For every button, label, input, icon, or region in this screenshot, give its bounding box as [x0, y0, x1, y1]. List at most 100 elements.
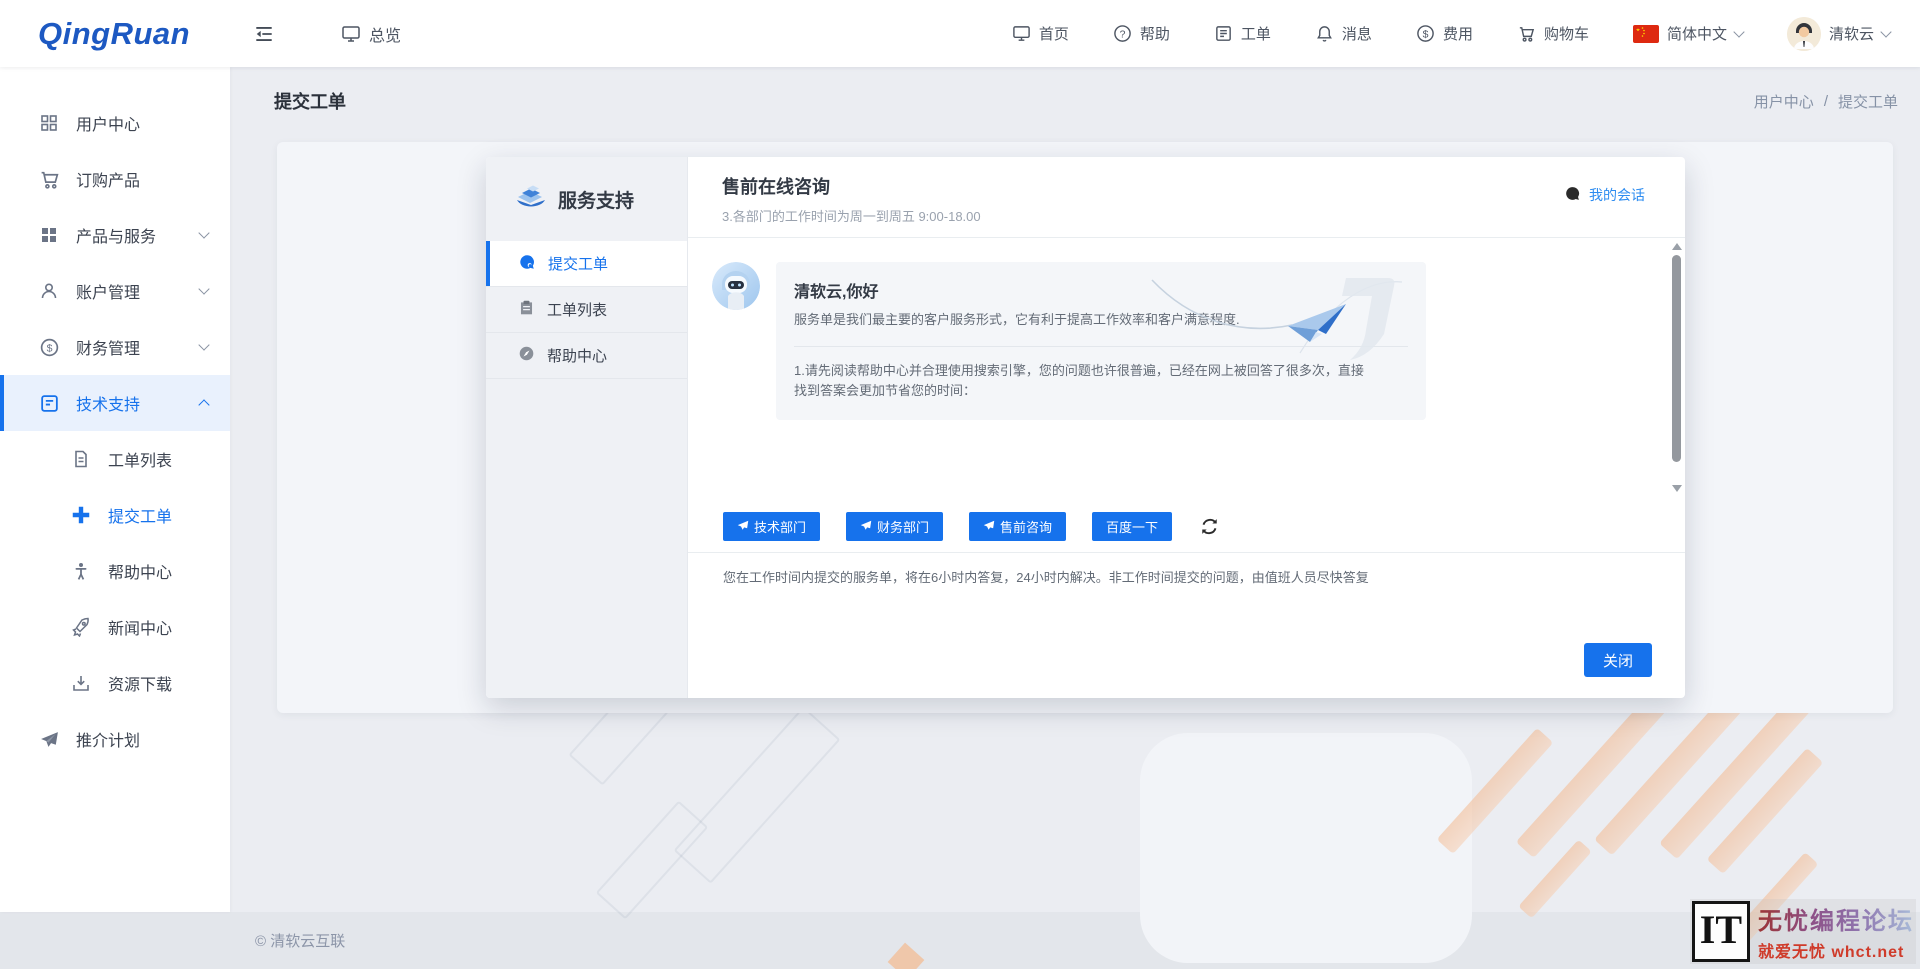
- cart-icon: [38, 168, 60, 190]
- sidebar-subitem-news-center[interactable]: 新闻中心: [0, 599, 230, 655]
- nav-cart[interactable]: 购物车: [1517, 23, 1589, 44]
- nav-home[interactable]: 首页: [1012, 23, 1069, 44]
- finance-dept-button[interactable]: 财务部门: [846, 512, 943, 541]
- sidebar-item-account-mgmt[interactable]: 账户管理: [0, 263, 230, 319]
- monitor-icon: [1012, 24, 1031, 43]
- sidebar-subitem-submit-ticket[interactable]: 提交工单: [0, 487, 230, 543]
- scroll-up-arrow-icon[interactable]: [1672, 243, 1682, 250]
- svg-text:$: $: [46, 342, 52, 354]
- navbar-right: 首页 ? 帮助 工单 消息 $ 费用: [1012, 17, 1890, 51]
- nav-messages-label: 消息: [1342, 23, 1372, 44]
- nav-ticket-label: 工单: [1241, 23, 1271, 44]
- nav-overview[interactable]: 总览: [341, 22, 401, 46]
- clipboard-icon: [518, 299, 535, 320]
- bot-avatar: [712, 262, 760, 310]
- sidebar-item-referral-plan[interactable]: 推介计划: [0, 711, 230, 767]
- breadcrumb-separator: /: [1824, 93, 1828, 110]
- dialog-tab-submit-ticket[interactable]: 提交工单: [486, 241, 687, 287]
- user-avatar: [1787, 17, 1821, 51]
- chevron-down-icon: [198, 283, 209, 294]
- sidebar-item-tech-support[interactable]: 技术支持: [0, 375, 230, 431]
- paper-plane-icon: [860, 520, 872, 532]
- dialog-panel-title: 服务支持: [558, 186, 634, 213]
- sidebar-item-label: 技术支持: [76, 391, 200, 415]
- nav-help-label: 帮助: [1140, 23, 1170, 44]
- close-button[interactable]: 关闭: [1584, 643, 1652, 677]
- app-root: QingRuan 总览 首页 ? 帮助: [0, 0, 1920, 969]
- user-icon: [38, 280, 60, 302]
- sidebar-collapse-icon[interactable]: [253, 23, 275, 45]
- grid-icon: [38, 112, 60, 134]
- svg-text:?: ?: [1119, 29, 1125, 40]
- message-card: 清软云,你好 服务单是我们最主要的客户服务形式，它有利于提高工作效率和客户满意程…: [776, 262, 1426, 420]
- sidebar-item-label: 用户中心: [76, 111, 208, 135]
- scroll-down-arrow-icon[interactable]: [1672, 485, 1682, 492]
- sidebar-item-label: 订购产品: [76, 167, 208, 191]
- sidebar-item-label: 产品与服务: [76, 223, 200, 247]
- breadcrumb-user-center[interactable]: 用户中心: [1754, 91, 1814, 112]
- nav-billing-label: 费用: [1443, 23, 1473, 44]
- refresh-icon[interactable]: [1200, 517, 1219, 536]
- sidebar: 用户中心 订购产品 产品与服务 账户管理: [0, 67, 230, 912]
- person-icon: [70, 560, 92, 582]
- ticket-icon: [38, 392, 60, 414]
- sidebar-subitem-help-center[interactable]: 帮助中心: [0, 543, 230, 599]
- grid-filled-icon: [38, 224, 60, 246]
- sidebar-item-user-center[interactable]: 用户中心: [0, 95, 230, 151]
- scrollbar-thumb[interactable]: [1672, 255, 1681, 462]
- language-label: 简体中文: [1667, 23, 1727, 44]
- nav-messages[interactable]: 消息: [1315, 23, 1372, 44]
- presale-consult-button[interactable]: 售前咨询: [969, 512, 1066, 541]
- my-sessions-link[interactable]: 我的会话: [1564, 185, 1645, 205]
- paper-plane-illustration: [1150, 268, 1418, 395]
- quick-action-buttons: 技术部门 财务部门 售前咨询 百度一下: [688, 500, 1685, 552]
- sidebar-item-order-products[interactable]: 订购产品: [0, 151, 230, 207]
- chat-bubble-icon: [518, 253, 536, 275]
- sidebar-item-label: 财务管理: [76, 335, 200, 359]
- plus-icon: [70, 504, 92, 526]
- sidebar-subitem-ticket-list[interactable]: 工单列表: [0, 431, 230, 487]
- sidebar-item-label: 帮助中心: [108, 559, 208, 583]
- sidebar-item-label: 工单列表: [108, 447, 208, 471]
- dialog-title: 售前在线咨询: [722, 173, 1649, 199]
- cart-icon: [1517, 24, 1536, 43]
- user-menu[interactable]: 清软云: [1787, 17, 1890, 51]
- nav-billing[interactable]: $ 费用: [1416, 23, 1473, 44]
- top-navbar: QingRuan 总览 首页 ? 帮助: [0, 0, 1920, 67]
- nav-help[interactable]: ? 帮助: [1113, 23, 1170, 44]
- decor-gray-shape: [674, 706, 841, 884]
- dialog-side-panel: 服务支持 提交工单 工单列表: [486, 157, 688, 698]
- sla-note: 您在工作时间内提交的服务单，将在6小时内答复，24小时内解决。非工作时间提交的问…: [688, 553, 1685, 586]
- button-label: 百度一下: [1106, 517, 1158, 536]
- sidebar-item-products-services[interactable]: 产品与服务: [0, 207, 230, 263]
- nav-ticket[interactable]: 工单: [1214, 23, 1271, 44]
- tech-dept-button[interactable]: 技术部门: [723, 512, 820, 541]
- chevron-up-icon: [198, 399, 209, 410]
- language-selector[interactable]: 简体中文: [1633, 23, 1743, 44]
- chat-scroll-area[interactable]: 清软云,你好 服务单是我们最主要的客户服务形式，它有利于提高工作效率和客户满意程…: [688, 238, 1685, 500]
- brand-logo[interactable]: QingRuan: [38, 16, 213, 52]
- service-support-icon: [514, 181, 548, 217]
- dialog-tab-help-center[interactable]: 帮助中心: [486, 333, 687, 379]
- watermark-title: 无忧编程论坛: [1758, 901, 1914, 936]
- rocket-icon: [70, 616, 92, 638]
- sidebar-item-label: 推介计划: [76, 727, 208, 751]
- chat-scrollbar[interactable]: [1669, 238, 1683, 500]
- sidebar-item-finance-mgmt[interactable]: $ 财务管理: [0, 319, 230, 375]
- button-label: 技术部门: [754, 517, 806, 536]
- baidu-search-button[interactable]: 百度一下: [1092, 512, 1172, 541]
- chevron-down-icon: [1880, 26, 1891, 37]
- dollar-circle-icon: $: [38, 336, 60, 358]
- compass-circle-icon: [518, 345, 535, 366]
- dialog-tab-ticket-list[interactable]: 工单列表: [486, 287, 687, 333]
- sidebar-item-label: 账户管理: [76, 279, 200, 303]
- chat-bubble-filled-icon: [1564, 185, 1581, 205]
- dialog-header: 售前在线咨询 3.各部门的工作时间为周一到周五 9:00-18.00 我的会话: [688, 157, 1685, 238]
- china-flag-icon: [1633, 25, 1659, 43]
- sidebar-subitem-resource-download[interactable]: 资源下载: [0, 655, 230, 711]
- chevron-down-icon: [198, 227, 209, 238]
- bell-icon: [1315, 24, 1334, 43]
- decor-gray-shape: [596, 801, 709, 920]
- nav-overview-label: 总览: [369, 22, 401, 46]
- sidebar-item-label: 资源下载: [108, 671, 208, 695]
